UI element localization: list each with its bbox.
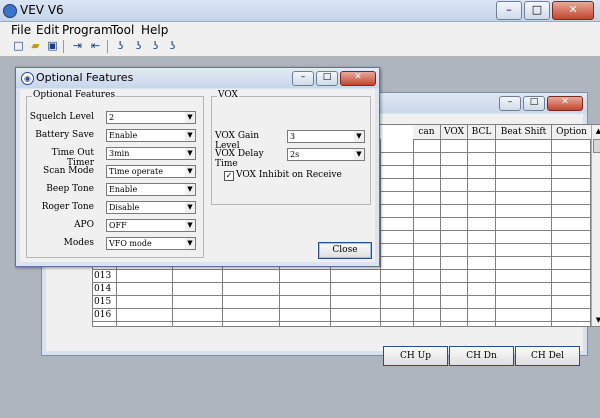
ch-up-button[interactable]: CH Up (383, 346, 448, 366)
column-header-scan[interactable]: can (413, 125, 441, 140)
menu-help[interactable]: Help (141, 23, 168, 37)
roger-tone-select[interactable]: Disable ▼ (106, 201, 196, 214)
grid-line (413, 139, 414, 326)
grid-line (93, 282, 591, 283)
scroll-down-icon[interactable]: ▼ (592, 314, 600, 326)
menu-edit[interactable]: Edit (36, 23, 59, 37)
apo-select[interactable]: OFF ▼ (106, 219, 196, 232)
modes-select[interactable]: VFO mode ▼ (106, 237, 196, 250)
dialog-title-bar: ◉ Optional Features – □ ✕ (16, 68, 379, 88)
close-button[interactable]: Close (318, 242, 372, 259)
battery-save-select[interactable]: Enable ▼ (106, 129, 196, 142)
roger-tone-label: Roger Tone (41, 202, 94, 212)
optional-features-group-title: Optional Features (32, 90, 117, 100)
minimize-button[interactable]: – (496, 1, 522, 20)
dialog-title: Optional Features (36, 71, 134, 84)
program-icon-3[interactable]: ʖ (148, 39, 163, 53)
scan-mode-label: Scan Mode (43, 166, 94, 176)
beep-tone-select[interactable]: Enable ▼ (106, 183, 196, 196)
row-header[interactable]: 014 (94, 283, 116, 295)
app-title-bar: VEV V6 – □ ✕ (0, 0, 600, 22)
program-icon-2[interactable]: ʖ (131, 39, 146, 53)
grid-line (93, 269, 591, 270)
child-close-button[interactable]: ✕ (547, 96, 583, 111)
write-to-radio-icon[interactable]: ⇤ (88, 39, 103, 53)
squelch-level-select[interactable]: 2 ▼ (106, 111, 196, 124)
grid-vertical-scrollbar[interactable]: ▲ ▼ (591, 125, 600, 326)
column-header-beat-shift[interactable]: Beat Shift (496, 125, 552, 140)
menu-tool[interactable]: Tool (111, 23, 134, 37)
dialog-close-x-button[interactable]: ✕ (340, 71, 376, 86)
toolbar-separator (63, 40, 64, 53)
ch-del-button[interactable]: CH Del (515, 346, 580, 366)
optional-features-dialog: ◉ Optional Features – □ ✕ Optional Featu… (15, 67, 380, 267)
vox-delay-time-label: VOX Delay Time (215, 149, 264, 169)
dialog-minimize-button[interactable]: – (292, 71, 314, 86)
column-header-bcl[interactable]: BCL (468, 125, 496, 140)
row-header[interactable]: 016 (94, 309, 116, 321)
row-header[interactable]: 015 (94, 296, 116, 308)
vox-group-title: VOX (217, 90, 239, 100)
grid-line (93, 308, 591, 309)
chevron-down-icon[interactable]: ▼ (185, 220, 195, 231)
new-file-icon[interactable]: □ (11, 39, 26, 53)
time-out-timer-label: Time Out Timer (51, 148, 94, 168)
chevron-down-icon[interactable]: ▼ (185, 148, 195, 159)
grid-line (93, 321, 591, 322)
grid-line (93, 295, 591, 296)
menu-bar: File Edit Program Tool Help (0, 22, 600, 38)
child-minimize-button[interactable]: – (499, 96, 521, 111)
open-folder-icon[interactable]: ▰ (28, 39, 43, 53)
row-header[interactable]: 013 (94, 270, 116, 282)
program-icon-1[interactable]: ʖ (113, 39, 128, 53)
scan-mode-select[interactable]: Time operate ▼ (106, 165, 196, 178)
chevron-down-icon[interactable]: ▼ (185, 166, 195, 177)
time-out-timer-select[interactable]: 3min ▼ (106, 147, 196, 160)
column-header-vox[interactable]: VOX (441, 125, 468, 140)
chevron-down-icon[interactable]: ▼ (185, 130, 195, 141)
close-button[interactable]: ✕ (552, 1, 594, 20)
vox-inhibit-checkbox[interactable]: ✓ (224, 171, 234, 181)
vox-gain-level-label: VOX Gain Level (215, 131, 260, 151)
scroll-up-icon[interactable]: ▲ (592, 125, 600, 137)
beep-tone-label: Beep Tone (46, 184, 94, 194)
vox-gain-level-select[interactable]: 3 ▼ (287, 130, 365, 143)
chevron-down-icon[interactable]: ▼ (185, 112, 195, 123)
grid-line (467, 139, 468, 326)
column-header-option[interactable]: Option (552, 125, 592, 140)
menu-file[interactable]: File (11, 23, 31, 37)
chevron-down-icon[interactable]: ▼ (185, 238, 195, 249)
app-window: VEV V6 – □ ✕ File Edit Program Tool Help… (0, 0, 600, 418)
modes-label: Modes (63, 238, 94, 248)
grid-line (440, 139, 441, 326)
toolbar: □ ▰ ▣ ⇥ ⇤ ʖ ʖ ʖ ʖ (0, 38, 600, 57)
program-icon-4[interactable]: ʖ (165, 39, 180, 53)
maximize-button[interactable]: □ (524, 1, 550, 20)
grid-line (495, 139, 496, 326)
grid-line (380, 139, 381, 326)
dialog-maximize-button[interactable]: □ (316, 71, 338, 86)
chevron-down-icon[interactable]: ▼ (185, 184, 195, 195)
vox-delay-time-select[interactable]: 2s ▼ (287, 148, 365, 161)
chevron-down-icon[interactable]: ▼ (354, 131, 364, 142)
menu-program[interactable]: Program (62, 23, 113, 37)
app-logo-icon (3, 4, 17, 18)
child-maximize-button[interactable]: □ (523, 96, 545, 111)
save-icon[interactable]: ▣ (45, 39, 60, 53)
ch-dn-button[interactable]: CH Dn (449, 346, 514, 366)
vox-inhibit-label: VOX Inhibit on Receive (236, 170, 342, 180)
chevron-down-icon[interactable]: ▼ (354, 149, 364, 160)
scrollbar-thumb[interactable] (593, 139, 600, 153)
read-from-radio-icon[interactable]: ⇥ (70, 39, 85, 53)
toolbar-separator (107, 40, 108, 53)
app-title: VEV V6 (20, 3, 64, 17)
grid-line (551, 139, 552, 326)
battery-save-label: Battery Save (35, 130, 94, 140)
squelch-level-label: Squelch Level (29, 112, 94, 122)
chevron-down-icon[interactable]: ▼ (185, 202, 195, 213)
apo-label: APO (74, 220, 94, 230)
dialog-app-icon: ◉ (21, 72, 34, 85)
dialog-body: Optional Features Squelch Level 2 ▼ Batte… (20, 89, 375, 262)
